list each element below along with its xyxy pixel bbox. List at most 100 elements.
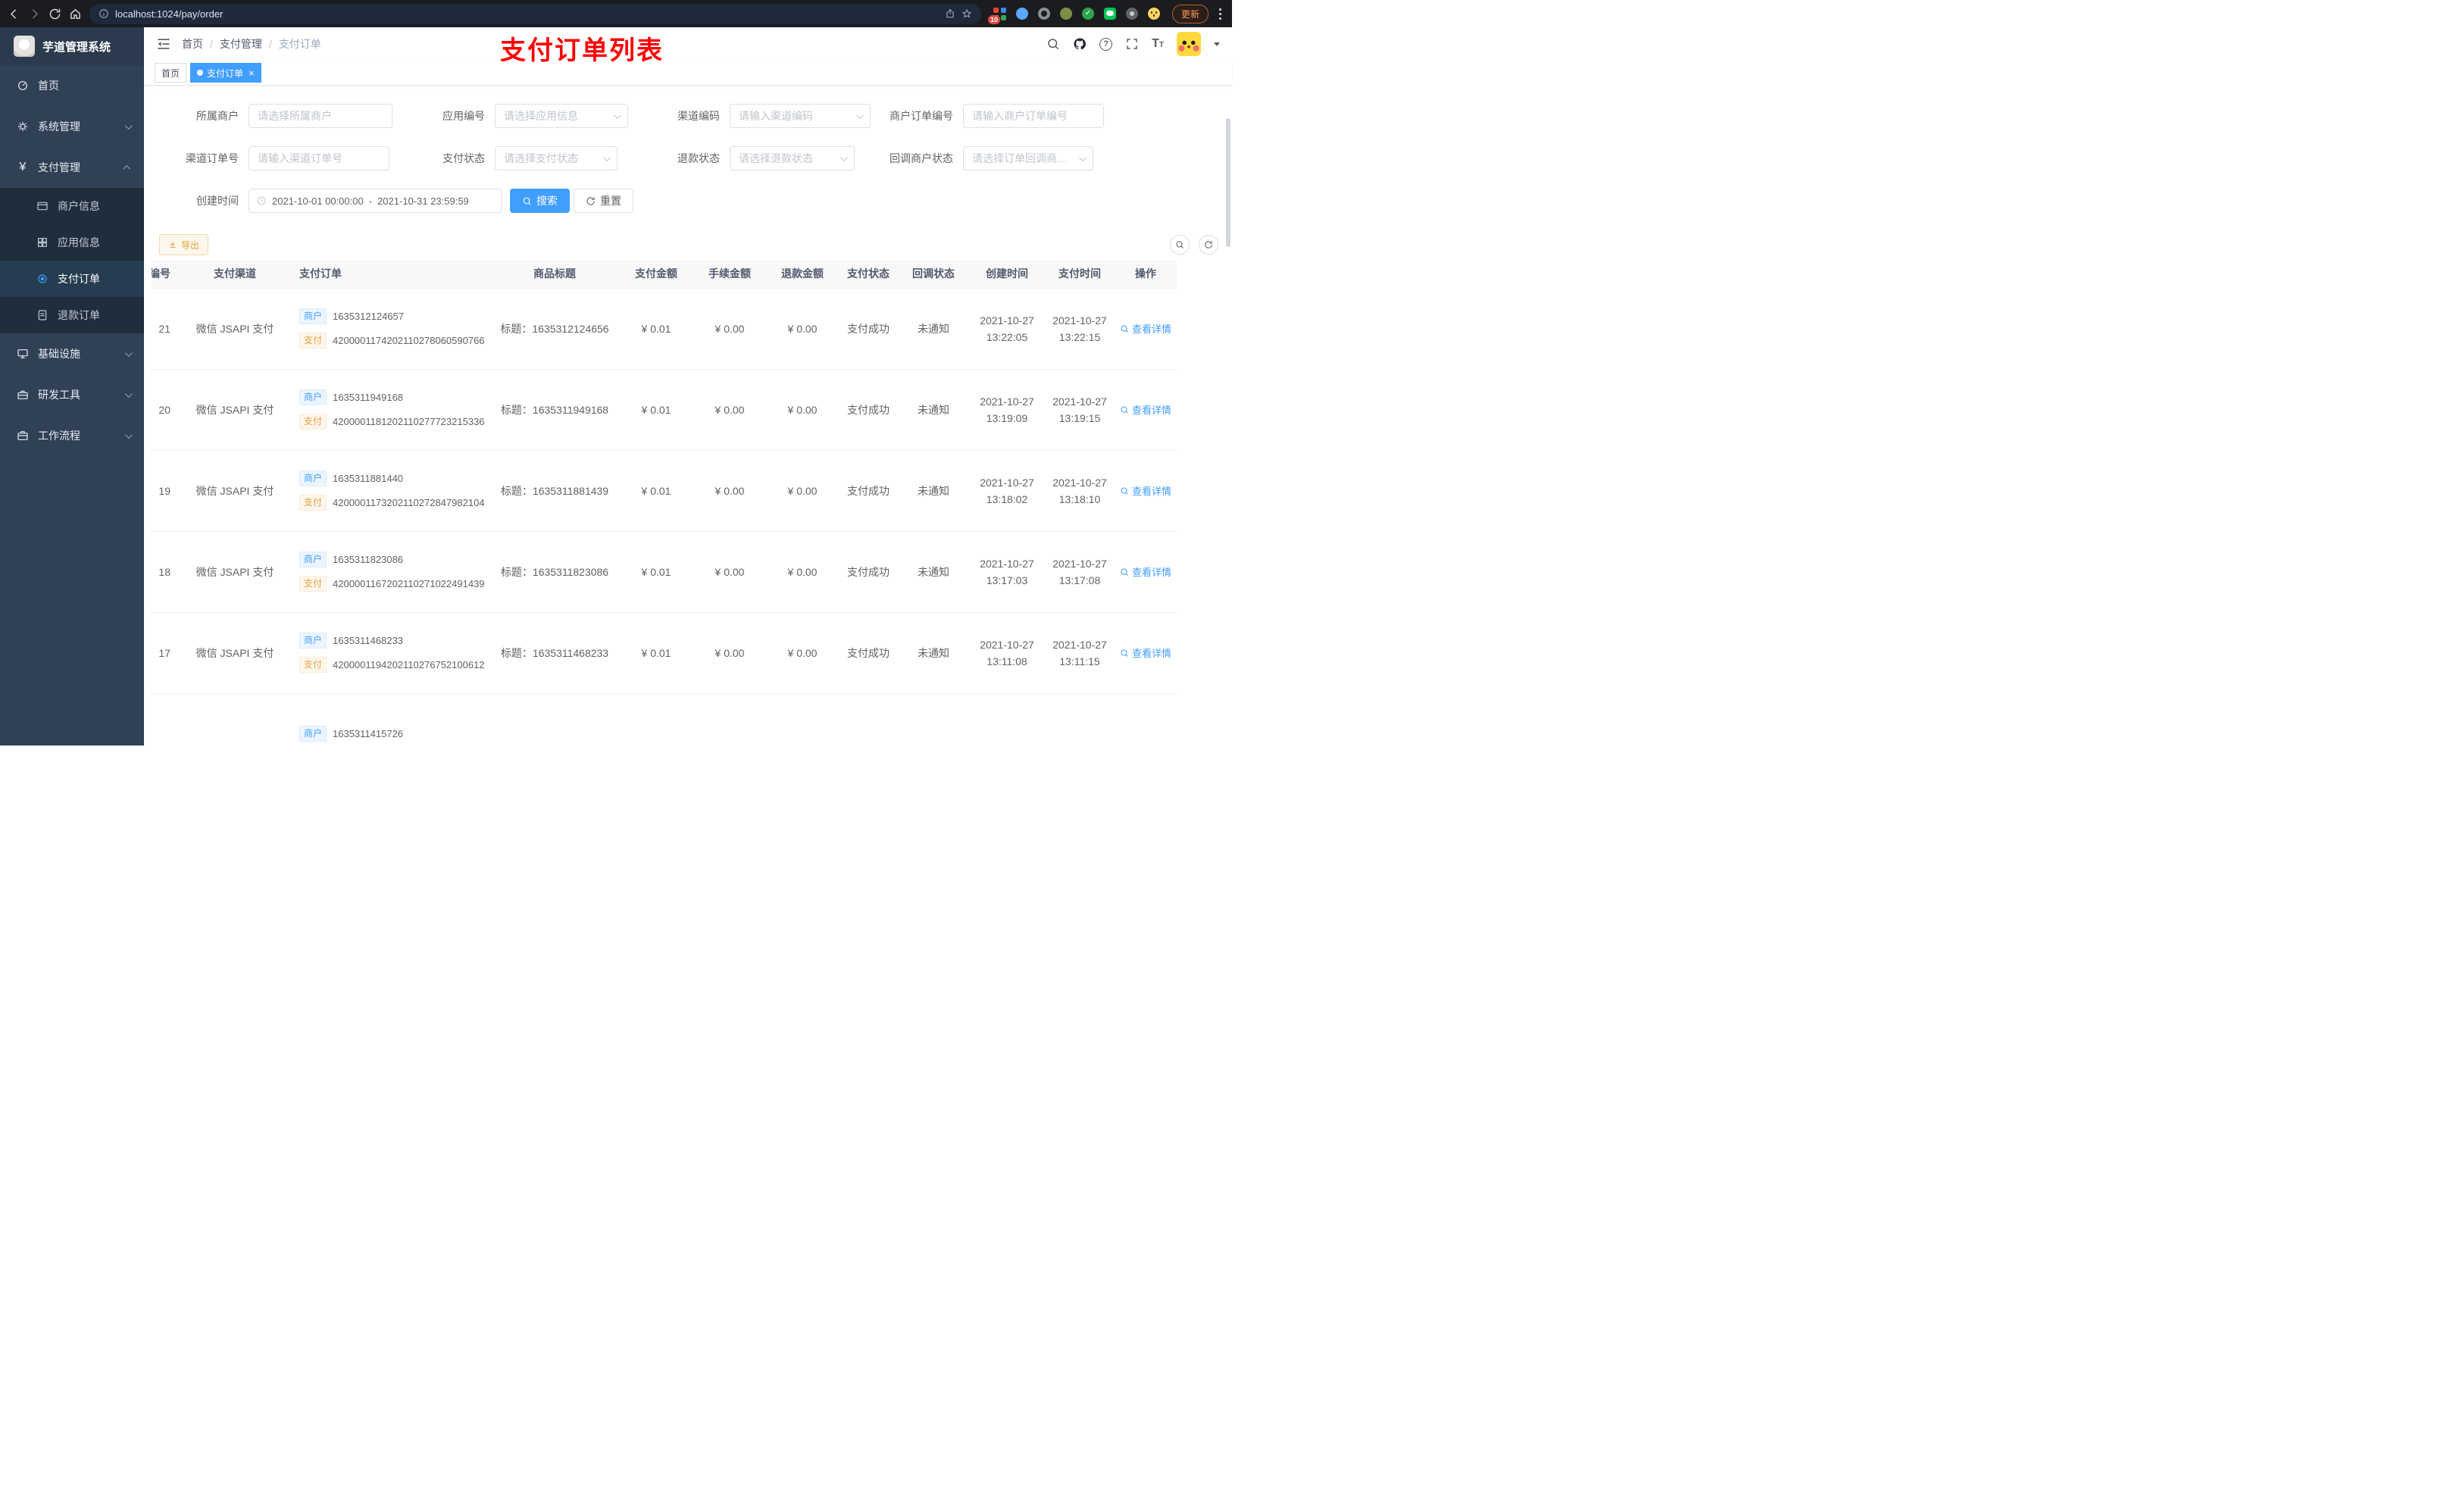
briefcase-icon <box>17 431 28 440</box>
download-icon <box>170 242 176 248</box>
font-size-icon[interactable] <box>1152 39 1164 49</box>
user-avatar[interactable] <box>1177 32 1201 56</box>
show-search-button[interactable] <box>1170 235 1190 255</box>
tab-home[interactable]: 首页 <box>155 63 187 83</box>
pay-status-select[interactable]: 请选择支付状态 <box>495 146 618 170</box>
chevron-down-icon <box>124 349 133 357</box>
merchant-input[interactable] <box>249 104 392 128</box>
chevron-down-icon <box>124 389 133 398</box>
sidebar-item-home[interactable]: 首页 <box>0 65 144 106</box>
table-toolbar: 导出 <box>144 230 1232 260</box>
chat-extension-icon[interactable] <box>1103 8 1116 20</box>
refresh-table-button[interactable] <box>1199 235 1218 255</box>
check-extension-icon[interactable] <box>1081 8 1094 20</box>
github-icon[interactable] <box>1073 37 1087 51</box>
search-icon <box>1121 406 1128 414</box>
browser-update-button[interactable]: 更新 <box>1171 4 1209 23</box>
olive-extension-icon[interactable] <box>1059 8 1072 20</box>
sidebar-item-refund-order[interactable]: 退款订单 <box>0 297 144 333</box>
gear-icon <box>18 122 27 131</box>
view-detail-link[interactable]: 查看详情 <box>1120 564 1171 579</box>
help-icon[interactable] <box>1099 37 1113 51</box>
dashboard-icon <box>18 81 27 90</box>
address-bar[interactable]: localhost:1024/pay/order <box>89 3 981 24</box>
search-icon[interactable] <box>1046 37 1060 51</box>
ring-extension-icon[interactable] <box>1037 8 1050 20</box>
sidebar: 芋道管理系统 首页 系统管理 ¥ 支付管理 商户信息 应用信息 支付订单 退款订… <box>0 27 144 746</box>
back-icon[interactable] <box>8 8 20 20</box>
sidebar-item-payment[interactable]: ¥ 支付管理 <box>0 147 144 188</box>
view-detail-link[interactable]: 查看详情 <box>1120 402 1171 417</box>
search-button[interactable]: 搜索 <box>510 189 570 213</box>
refresh-icon <box>1205 241 1212 248</box>
sidebar-item-workflow[interactable]: 工作流程 <box>0 415 144 456</box>
sidebar-item-merchant-info[interactable]: 商户信息 <box>0 188 144 224</box>
forward-icon[interactable] <box>28 8 41 20</box>
pay-tag: 支付 <box>299 495 327 511</box>
site-info-icon[interactable] <box>98 8 109 19</box>
breadcrumb-payment[interactable]: 支付管理 <box>220 36 262 52</box>
search-icon <box>523 197 531 205</box>
vertical-scrollbar[interactable] <box>1226 118 1230 247</box>
sidebar-toggle-icon[interactable] <box>156 36 171 52</box>
emoji-extension-icon[interactable] <box>1147 8 1160 20</box>
bookmark-star-icon[interactable] <box>962 8 972 19</box>
chevron-down-icon <box>1078 153 1087 161</box>
merchant-tag: 商户 <box>299 552 327 567</box>
app-title: 芋道管理系统 <box>42 40 111 54</box>
chevron-up-icon <box>123 164 131 173</box>
reset-button[interactable]: 重置 <box>574 189 633 213</box>
breadcrumb-home[interactable]: 首页 <box>182 36 203 52</box>
filter-form: 所属商户 应用编号 请选择应用信息 渠道编码 请输入渠道编码 商户订单编号 <box>144 86 1232 230</box>
search-icon <box>1121 487 1128 495</box>
search-icon <box>1121 568 1128 576</box>
merchant-order-no-input[interactable] <box>963 104 1104 128</box>
view-detail-link[interactable]: 查看详情 <box>1120 321 1171 336</box>
monitor-icon <box>17 349 28 358</box>
callback-status-select[interactable]: 请选择订单回调商户状态 <box>963 146 1093 170</box>
sidebar-item-pay-order[interactable]: 支付订单 <box>0 261 144 297</box>
active-dot-icon <box>197 70 204 76</box>
home-icon[interactable] <box>69 8 82 20</box>
app-window: 芋道管理系统 首页 系统管理 ¥ 支付管理 商户信息 应用信息 支付订单 退款订… <box>0 27 1232 746</box>
blue-extension-icon[interactable] <box>1015 8 1028 20</box>
refresh-icon <box>586 196 595 205</box>
table-row: 18 微信 JSAPI 支付 商户 1635311823086 支付 4200001… <box>152 531 1177 613</box>
table-tools <box>1170 235 1218 255</box>
refund-status-select[interactable]: 请选择退款状态 <box>730 146 855 170</box>
sidebar-item-dev-tools[interactable]: 研发工具 <box>0 374 144 415</box>
share-icon[interactable] <box>945 8 955 19</box>
pay-channel-cell: 微信 JSAPI 支付 <box>178 288 292 370</box>
breadcrumb: 首页 / 支付管理 / 支付订单 <box>182 36 321 52</box>
fullscreen-icon[interactable] <box>1125 37 1139 51</box>
tab-group-extension-icon[interactable]: 10 <box>987 7 1006 24</box>
filter-channel-order-no: 渠道订单号 <box>170 146 389 170</box>
tab-pay-order[interactable]: 支付订单 × <box>190 63 261 83</box>
sidebar-item-infrastructure[interactable]: 基础设施 <box>0 333 144 374</box>
view-detail-link[interactable]: 查看详情 <box>1120 645 1171 660</box>
url-text: localhost:1024/pay/order <box>115 8 224 20</box>
export-button[interactable]: 导出 <box>159 234 209 255</box>
merchant-tag: 商户 <box>299 726 327 742</box>
chevron-down-icon <box>855 111 864 119</box>
date-range-input[interactable]: 2021-10-01 00:00:00 - 2021-10-31 23:59:5… <box>249 189 502 213</box>
channel-code-select[interactable]: 请输入渠道编码 <box>730 104 871 128</box>
filter-merchant: 所属商户 <box>170 104 392 128</box>
view-detail-link[interactable]: 查看详情 <box>1120 483 1171 498</box>
filter-pay-status: 支付状态 请选择支付状态 <box>417 146 618 170</box>
grid-icon <box>38 238 47 247</box>
sidebar-item-app-info[interactable]: 应用信息 <box>0 224 144 261</box>
close-tab-icon[interactable]: × <box>249 68 255 78</box>
app-select[interactable]: 请选择应用信息 <box>495 104 628 128</box>
document-icon <box>38 310 47 320</box>
channel-order-no-input[interactable] <box>249 146 389 170</box>
user-dropdown-caret-icon[interactable] <box>1214 42 1220 46</box>
filter-callback-status: 回调商户状态 请选择订单回调商户状态 <box>873 146 1093 170</box>
reload-icon[interactable] <box>48 8 61 20</box>
sidebar-item-system[interactable]: 系统管理 <box>0 106 144 147</box>
logo[interactable]: 芋道管理系统 <box>0 27 144 65</box>
gray-extension-icon[interactable] <box>1125 8 1138 20</box>
chevron-down-icon <box>124 121 133 130</box>
filter-create-time: 创建时间 2021-10-01 00:00:00 - 2021-10-31 23… <box>170 189 502 213</box>
browser-menu-icon[interactable] <box>1216 7 1224 21</box>
